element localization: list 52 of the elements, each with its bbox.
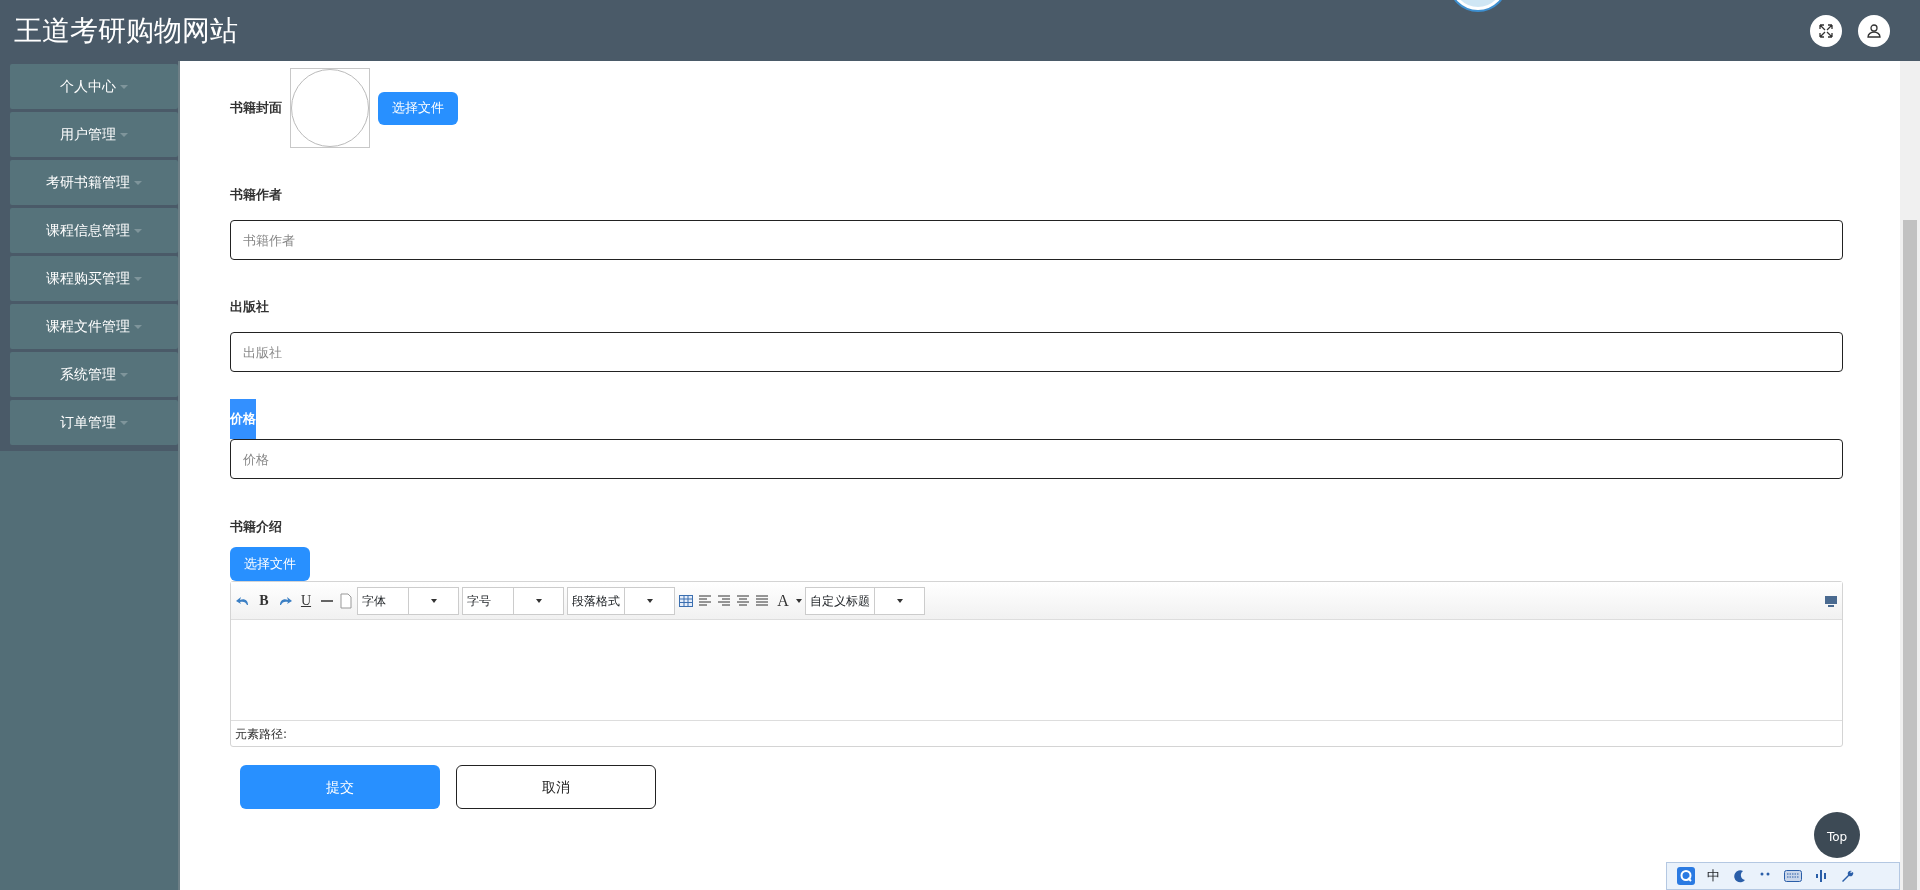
table-icon[interactable] [678,592,694,609]
underline-button[interactable]: U [296,590,316,611]
align-right-icon[interactable] [716,592,732,609]
monitor-icon[interactable] [1824,593,1838,608]
caret-icon [430,598,437,603]
text-field[interactable]: 出版社 [230,332,1843,372]
font-color-button[interactable]: A [773,590,793,611]
align-left-icon[interactable] [697,592,713,609]
keyboard-icon[interactable] [1784,870,1802,882]
field-label: 书籍介绍 [230,518,282,536]
dropdown-select[interactable]: 字号 [462,586,564,615]
sidebar-item[interactable]: 课程信息管理 [10,208,178,253]
user-icon [1866,22,1882,39]
choose-file-button[interactable]: 选择文件 [378,91,458,125]
submit-button[interactable]: 提交 [240,765,440,809]
back-to-top-button[interactable]: Top [1814,812,1860,858]
voice-icon[interactable] [1814,869,1828,883]
dropdown-select[interactable]: 段落格式 [567,586,675,615]
caret-icon [796,598,802,603]
sidebar-item[interactable]: 个人中心 [10,64,178,109]
user-button[interactable] [1858,14,1890,47]
dropdown-select[interactable]: 自定义标题 [805,586,925,615]
align-center-icon[interactable] [735,592,751,609]
caret-icon [535,598,542,603]
sidebar-item[interactable]: 课程文件管理 [10,304,178,349]
field-label: 书籍作者 [230,186,282,204]
field-label: 出版社 [230,298,269,316]
text-field[interactable]: 书籍作者 [230,220,1843,260]
sidebar-item[interactable]: 系统管理 [10,352,178,397]
bold-button[interactable]: B [254,590,274,611]
justify-icon[interactable] [754,592,770,609]
wrench-icon[interactable] [1840,869,1854,883]
choose-file-button[interactable]: 选择文件 [230,547,310,581]
text-field[interactable]: 价格 [230,439,1843,479]
element-path-bar: 元素路径: [231,720,1842,746]
sidebar-item[interactable]: 用户管理 [10,112,178,157]
caret-icon [646,598,653,603]
fullscreen-button[interactable] [1810,14,1842,47]
sidebar-item[interactable]: 考研书籍管理 [10,160,178,205]
input-mode-toggle[interactable]: 中 [1707,866,1720,886]
caret-icon [896,598,903,603]
scrollbar[interactable] [1900,61,1920,890]
sidebar-item[interactable]: 课程购买管理 [10,256,178,301]
expand-icon [1818,22,1834,39]
field-label: 价格 [230,399,256,439]
cancel-button[interactable]: 取消 [456,765,656,809]
dropdown-select[interactable]: 字体 [357,586,459,615]
sidebar-item[interactable]: 订单管理 [10,400,178,445]
site-title: 王道考研购物网站 [14,12,238,49]
search-icon[interactable] [1677,867,1695,885]
field-label: 书籍封面 [230,99,282,117]
moon-icon[interactable] [1732,869,1746,883]
